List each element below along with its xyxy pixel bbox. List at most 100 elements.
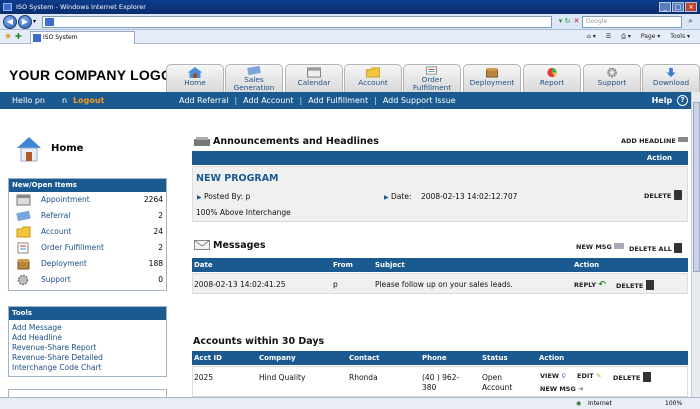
tab-support[interactable]: Support bbox=[583, 64, 641, 92]
delete-account-button[interactable]: DELETE bbox=[613, 372, 651, 382]
announcement-date: ▶ Date: 2008-02-13 14:02:12.707 bbox=[384, 192, 518, 201]
trash-icon bbox=[642, 372, 651, 382]
sidebar-item-support[interactable]: Support 0 bbox=[9, 272, 166, 288]
accounts-title: Accounts within 30 Days bbox=[193, 336, 325, 347]
message-subject: Please follow up on your sales leads. bbox=[375, 280, 513, 289]
reply-button[interactable]: REPLY ↶ bbox=[574, 280, 606, 290]
tab-download[interactable]: Download bbox=[642, 64, 700, 92]
account-new-msg-button[interactable]: NEW MSG ➔ bbox=[540, 385, 584, 393]
interchange-code-chart-link[interactable]: Interchange Code Chart bbox=[9, 363, 166, 373]
reply-arrow-icon: ↶ bbox=[598, 280, 606, 290]
tab-order-fulfillment[interactable]: Order Fulfillment bbox=[403, 64, 461, 92]
edit-account-button[interactable]: EDIT ✎ bbox=[577, 372, 601, 380]
tab-account[interactable]: Account bbox=[344, 64, 402, 92]
browser-tab[interactable]: ISO System bbox=[30, 31, 135, 44]
add-referral-link[interactable]: Add Referral bbox=[173, 92, 234, 109]
revenue-share-report-link[interactable]: Revenue-Share Report bbox=[9, 343, 166, 353]
tab-label: Sales Generation bbox=[233, 75, 275, 92]
page-menu[interactable]: Page ▾ bbox=[641, 32, 660, 42]
address-input[interactable] bbox=[42, 16, 552, 28]
view-account-button[interactable]: VIEW ⚲ bbox=[540, 372, 566, 380]
new-msg-arrow-icon: ➔ bbox=[578, 385, 584, 393]
revenue-share-detailed-link[interactable]: Revenue-Share Detailed bbox=[9, 353, 166, 363]
add-headline-link[interactable]: Add Headline bbox=[9, 333, 166, 343]
add-support-issue-link[interactable]: Add Support Issue bbox=[377, 92, 462, 109]
window-title-bar: ISO System - Windows Internet Explorer _… bbox=[0, 0, 700, 14]
download-icon bbox=[666, 67, 676, 78]
forward-button[interactable]: ▶ bbox=[18, 15, 32, 29]
home-house-icon bbox=[17, 137, 41, 162]
sales-icon bbox=[247, 66, 261, 75]
zoom-level[interactable]: 100% bbox=[665, 398, 682, 409]
search-input[interactable]: Google bbox=[582, 16, 682, 28]
delete-announcement-button[interactable]: DELETE bbox=[644, 190, 682, 200]
tab-report[interactable]: Report bbox=[523, 64, 581, 92]
logout-link[interactable]: Logout bbox=[73, 92, 104, 109]
col-from: From bbox=[333, 261, 353, 269]
calendar-icon bbox=[307, 67, 321, 78]
delete-message-button[interactable]: DELETE bbox=[616, 280, 654, 290]
add-fulfillment-link[interactable]: Add Fulfillment bbox=[302, 92, 374, 109]
tools-menu[interactable]: Tools ▾ bbox=[670, 32, 690, 42]
appointment-icon bbox=[16, 194, 31, 206]
tab-label: Support bbox=[597, 78, 627, 87]
print-icon[interactable]: ⎙ ▾ bbox=[621, 32, 631, 42]
col-status: Status bbox=[482, 354, 508, 362]
tab-sales-generation[interactable]: Sales Generation bbox=[225, 64, 283, 92]
ie-app-icon bbox=[3, 3, 12, 11]
tab-label: Report bbox=[539, 78, 565, 87]
magnifier-icon: ⚲ bbox=[561, 372, 567, 380]
delete-all-button[interactable]: DELETE ALL bbox=[629, 243, 683, 253]
sidebar-item-referral[interactable]: Referral 2 bbox=[9, 208, 166, 224]
account-contact: Rhonda bbox=[349, 373, 378, 382]
refresh-icon[interactable]: ↻ bbox=[563, 17, 572, 26]
scrollbar-thumb[interactable] bbox=[693, 102, 700, 272]
maximize-button[interactable]: □ bbox=[672, 2, 684, 12]
new-msg-button[interactable]: NEW MSG bbox=[576, 243, 625, 251]
tab-label: Account bbox=[358, 78, 388, 87]
back-button[interactable]: ◀ bbox=[3, 15, 17, 29]
help-icon: ? bbox=[677, 95, 688, 106]
favorites-star-icon[interactable]: ★ bbox=[4, 32, 12, 42]
add-account-link[interactable]: Add Account bbox=[237, 92, 299, 109]
feeds-icon[interactable]: ☰ bbox=[606, 32, 611, 42]
chart-icon bbox=[547, 67, 557, 78]
home-icon bbox=[187, 67, 203, 78]
search-icon[interactable]: ⌕ bbox=[686, 17, 695, 26]
tab-label: Download bbox=[652, 78, 690, 87]
referral-icon bbox=[16, 210, 31, 222]
edit-pencil-icon: ✎ bbox=[595, 372, 602, 380]
tab-label: Order Fulfillment bbox=[412, 75, 452, 92]
sidebar-item-order-fulfillment[interactable]: Order Fulfillment 2 bbox=[9, 240, 166, 256]
close-button[interactable]: × bbox=[685, 2, 697, 12]
minimize-button[interactable]: _ bbox=[659, 2, 671, 12]
sidebar-item-appointment[interactable]: Appointment 2264 bbox=[9, 192, 166, 208]
page-scrollbar[interactable] bbox=[691, 92, 700, 397]
posted-by: ▶ Posted By: p bbox=[197, 192, 251, 201]
internet-zone-icon: ◉ bbox=[576, 400, 582, 407]
new-msg-icon bbox=[614, 243, 625, 249]
account-id: 2025 bbox=[194, 373, 214, 382]
col-contact: Contact bbox=[349, 354, 380, 362]
stop-icon[interactable]: ✕ bbox=[572, 17, 581, 26]
trash-icon bbox=[645, 280, 654, 290]
tab-deployment[interactable]: Deployment bbox=[463, 64, 521, 92]
sidebar-item-deployment[interactable]: Deployment 188 bbox=[9, 256, 166, 272]
add-headline-link[interactable]: ADD HEADLINE bbox=[621, 137, 689, 145]
add-favorite-icon[interactable]: ✚ bbox=[15, 32, 22, 41]
tab-calendar[interactable]: Calendar bbox=[285, 64, 343, 92]
box-icon bbox=[486, 67, 498, 78]
action-header: Action bbox=[646, 154, 672, 162]
tab-label: Calendar bbox=[297, 78, 331, 87]
home-toolbar-icon[interactable]: ⌂ ▾ bbox=[587, 32, 596, 42]
history-dropdown-icon[interactable]: ▾ bbox=[33, 18, 36, 25]
order-icon bbox=[17, 242, 29, 254]
col-subject: Subject bbox=[375, 261, 405, 269]
tab-home[interactable]: Home bbox=[166, 64, 224, 92]
order-icon bbox=[426, 66, 437, 75]
add-message-link[interactable]: Add Message bbox=[9, 323, 166, 333]
col-date: Date bbox=[194, 261, 213, 269]
sidebar-item-account[interactable]: Account 24 bbox=[9, 224, 166, 240]
tools-title: Tools bbox=[9, 307, 166, 320]
help-link[interactable]: Help ? bbox=[652, 92, 688, 109]
